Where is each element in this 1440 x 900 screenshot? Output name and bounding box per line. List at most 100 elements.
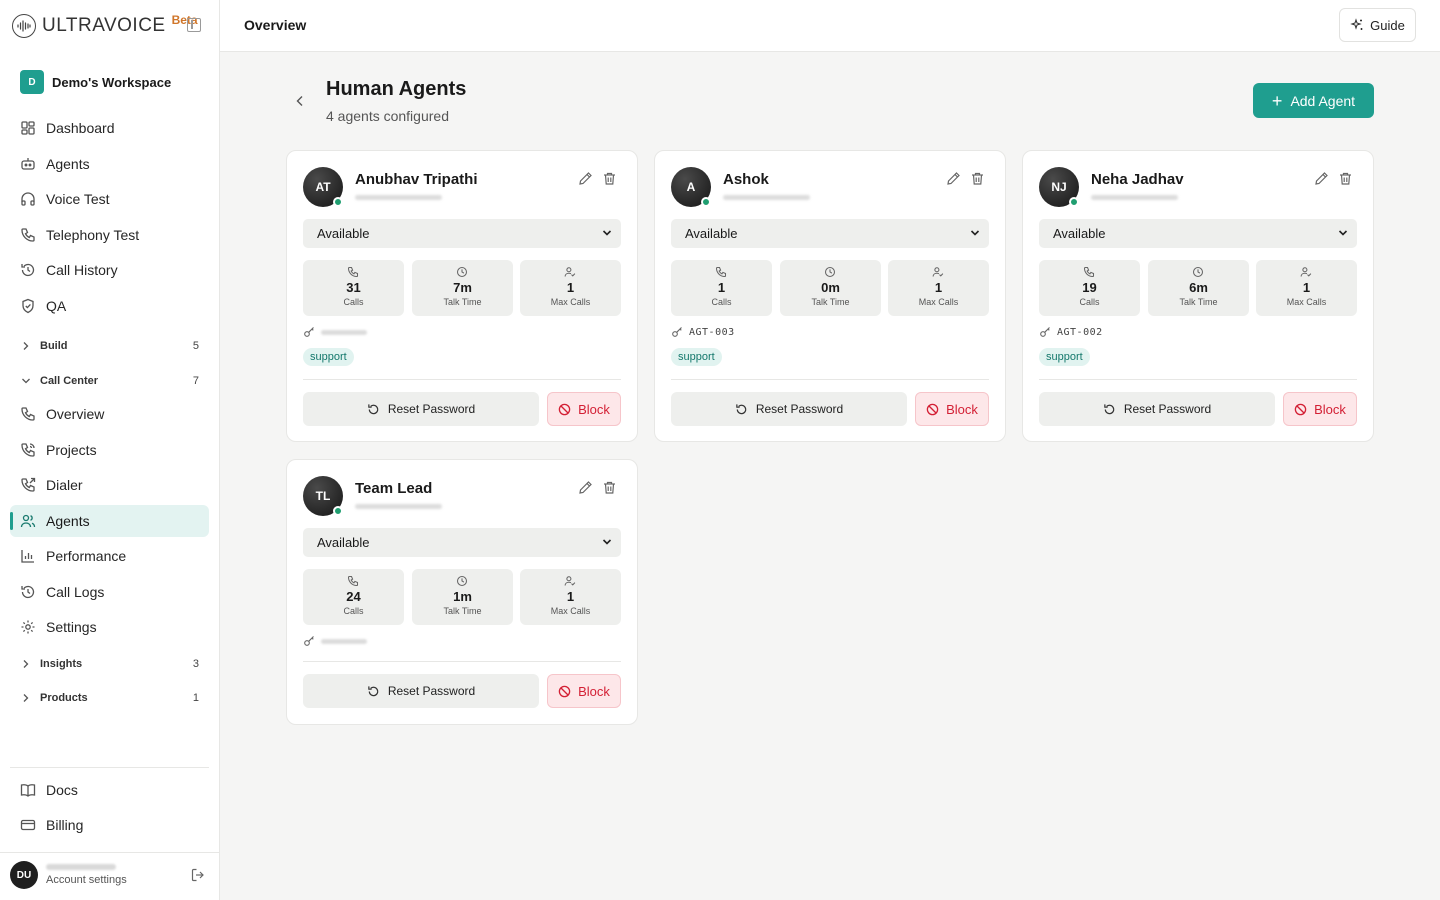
workspace-avatar: D (20, 70, 44, 94)
sidebar-item-call-history[interactable]: Call History (10, 254, 209, 286)
agent-name: Neha Jadhav (1091, 171, 1184, 188)
sidebar-item-billing[interactable]: Billing (10, 809, 209, 841)
brand-name: ULTRAVOICE (42, 15, 166, 36)
trash-icon[interactable] (1338, 171, 1353, 186)
group-count: 3 (192, 658, 199, 670)
status-select[interactable]: Available (671, 219, 989, 248)
status-select[interactable]: Available (303, 219, 621, 248)
max-calls-label: Max Calls (918, 297, 959, 307)
sidebar-item-projects[interactable]: Projects (10, 434, 209, 466)
sidebar-item-performance[interactable]: Performance (10, 540, 209, 572)
block-button[interactable]: Block (1283, 392, 1357, 426)
sidebar-item-agents[interactable]: Agents (10, 148, 209, 180)
clock-icon (824, 266, 836, 278)
guide-button[interactable]: Guide (1339, 8, 1416, 42)
phone-icon (347, 575, 359, 587)
add-agent-button[interactable]: + Add Agent (1253, 83, 1374, 118)
group-count: 1 (192, 692, 199, 704)
reset-password-button[interactable]: Reset Password (1039, 392, 1275, 426)
page-subtitle: 4 agents configured (326, 108, 449, 124)
phone-icon (21, 228, 35, 242)
chevron-down-icon (970, 230, 980, 236)
stat-calls: 31 Calls (303, 260, 404, 316)
stat-max-calls: 1 Max Calls (1256, 260, 1357, 316)
sidebar-group-products[interactable]: Products 1 (10, 686, 209, 710)
trash-icon[interactable] (602, 171, 617, 186)
stat-talk-time: 6m Talk Time (1148, 260, 1249, 316)
account-label: Account settings (46, 874, 127, 886)
workspace-name: Demo's Workspace (52, 74, 172, 90)
reset-password-button[interactable]: Reset Password (303, 392, 539, 426)
sidebar-item-telephony-test[interactable]: Telephony Test (10, 219, 209, 251)
edit-icon[interactable] (578, 480, 593, 495)
history-icon (21, 263, 35, 277)
status-select[interactable]: Available (303, 528, 621, 557)
account-text: Account settings (46, 864, 127, 886)
back-chevron-icon[interactable] (292, 93, 308, 109)
card-divider (671, 379, 989, 380)
card-divider (1039, 379, 1357, 380)
sidebar-item-overview[interactable]: Overview (10, 398, 209, 430)
phone-icon (21, 407, 35, 421)
block-button[interactable]: Block (547, 392, 621, 426)
edit-icon[interactable] (946, 171, 961, 186)
max-calls-label: Max Calls (1286, 297, 1327, 307)
chevron-down-icon (22, 378, 30, 384)
workspace-switcher[interactable]: D Demo's Workspace (20, 70, 171, 94)
reset-password-button[interactable]: Reset Password (303, 674, 539, 708)
block-button[interactable]: Block (915, 392, 989, 426)
agent-card: TL Team Lead Available 24 Calls 1m Talk … (286, 459, 638, 725)
max-calls-value: 1 (934, 280, 943, 295)
sidebar-group-call-center[interactable]: Call Center 7 (10, 369, 209, 393)
status-value: Available (317, 535, 370, 550)
sidebar-item-agents-active[interactable]: Agents (10, 505, 209, 537)
sidebar-divider (10, 767, 209, 768)
phone-icon (347, 266, 359, 278)
agent-name: Ashok (723, 171, 769, 188)
phone-icon (1083, 266, 1095, 278)
block-button[interactable]: Block (547, 674, 621, 708)
talk-time-value: 0m (821, 280, 840, 295)
sidebar-item-dialer[interactable]: Dialer (10, 469, 209, 501)
sidebar-item-voice-test[interactable]: Voice Test (10, 183, 209, 215)
sidebar-item-call-logs[interactable]: Call Logs (10, 576, 209, 608)
agent-name: Anubhav Tripathi (355, 171, 478, 188)
edit-icon[interactable] (1314, 171, 1329, 186)
group-label: Call Center (40, 375, 99, 387)
block-label: Block (578, 401, 610, 417)
talk-time-value: 6m (1189, 280, 1208, 295)
ban-icon (1294, 403, 1307, 415)
edit-icon[interactable] (578, 171, 593, 186)
sidebar-item-qa[interactable]: QA (10, 290, 209, 322)
group-label: Products (40, 692, 88, 704)
sidebar-group-insights[interactable]: Insights 3 (10, 652, 209, 676)
sidebar-collapse-icon[interactable] (187, 18, 201, 32)
ban-icon (926, 403, 939, 415)
user-check-icon (932, 267, 944, 277)
group-label: Build (40, 340, 68, 352)
avatar-initials: AT (315, 180, 331, 194)
trash-icon[interactable] (970, 171, 985, 186)
key-icon (1040, 327, 1050, 337)
account-settings[interactable]: DU Account settings (10, 861, 127, 889)
redacted-agent-email (355, 195, 442, 200)
online-status-dot (1069, 197, 1079, 207)
brand[interactable]: ULTRAVOICE Beta (12, 12, 198, 40)
redacted-agent-id (321, 638, 367, 644)
account-divider (0, 852, 219, 853)
agent-card: A Ashok Available 1 Calls 0m Talk Time 1… (654, 150, 1006, 442)
sidebar-item-docs[interactable]: Docs (10, 774, 209, 806)
sidebar: ULTRAVOICE Beta D Demo's Workspace Dashb… (0, 0, 220, 900)
agent-id: AGT-003 (689, 326, 735, 338)
user-check-icon (1300, 267, 1312, 277)
talk-time-label: Talk Time (811, 297, 850, 307)
trash-icon[interactable] (602, 480, 617, 495)
logout-icon[interactable] (191, 868, 205, 882)
reset-password-button[interactable]: Reset Password (671, 392, 907, 426)
skill-tag: support (303, 348, 354, 366)
sidebar-item-settings[interactable]: Settings (10, 611, 209, 643)
sidebar-item-dashboard[interactable]: Dashboard (10, 112, 209, 144)
status-select[interactable]: Available (1039, 219, 1357, 248)
agent-id-row: AGT-002 (1039, 325, 1103, 339)
sidebar-group-build[interactable]: Build 5 (10, 334, 209, 358)
